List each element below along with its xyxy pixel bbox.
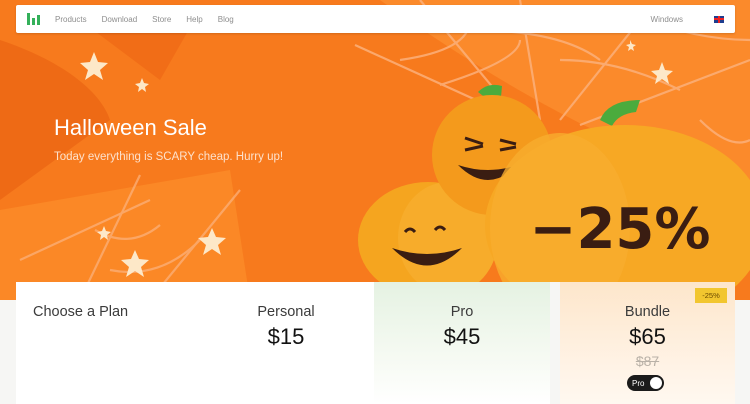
plan-pro[interactable]: Pro $45 bbox=[374, 282, 550, 404]
bars-logo-icon[interactable] bbox=[27, 13, 40, 25]
old-price: $87 bbox=[635, 353, 660, 369]
plan-name: Bundle bbox=[624, 304, 671, 320]
nav-help[interactable]: Help bbox=[186, 15, 202, 24]
plan-price: $15 bbox=[267, 324, 305, 349]
uk-flag-icon[interactable] bbox=[714, 15, 724, 23]
nav-blog[interactable]: Blog bbox=[218, 15, 234, 24]
nav-download[interactable]: Download bbox=[102, 15, 138, 24]
discount-badge: -25% bbox=[695, 288, 727, 303]
pricing-table: Choose a Plan Personal $15 Pro $45 -25% … bbox=[16, 282, 735, 404]
discount-label: −25% bbox=[530, 197, 711, 262]
toggle-label: Pro bbox=[632, 378, 645, 388]
plan-name: Pro bbox=[450, 304, 474, 320]
nav-store[interactable]: Store bbox=[152, 15, 171, 24]
top-navigation: Products Download Store Help Blog Window… bbox=[16, 5, 735, 33]
plan-bundle[interactable]: -25% Bundle $65 $87 Pro bbox=[560, 282, 735, 404]
plan-heading-column: Choose a Plan bbox=[16, 282, 198, 404]
hero-banner: −25% Halloween Sale Today everything is … bbox=[0, 0, 750, 300]
halloween-artwork: −25% bbox=[0, 0, 750, 300]
plan-price: $45 bbox=[443, 324, 481, 349]
plan-personal[interactable]: Personal $15 bbox=[198, 282, 374, 404]
hero-title: Halloween Sale bbox=[54, 115, 207, 140]
nav-products[interactable]: Products bbox=[55, 15, 87, 24]
toggle-knob bbox=[650, 377, 662, 389]
plan-price: $65 bbox=[629, 324, 666, 349]
os-selector[interactable]: Windows bbox=[651, 15, 683, 24]
hero-subtitle: Today everything is SCARY cheap. Hurry u… bbox=[54, 151, 284, 163]
column-gap bbox=[550, 282, 560, 404]
plan-name: Personal bbox=[257, 304, 315, 320]
pro-toggle[interactable]: Pro bbox=[627, 375, 664, 391]
choose-plan-heading: Choose a Plan bbox=[33, 304, 129, 320]
